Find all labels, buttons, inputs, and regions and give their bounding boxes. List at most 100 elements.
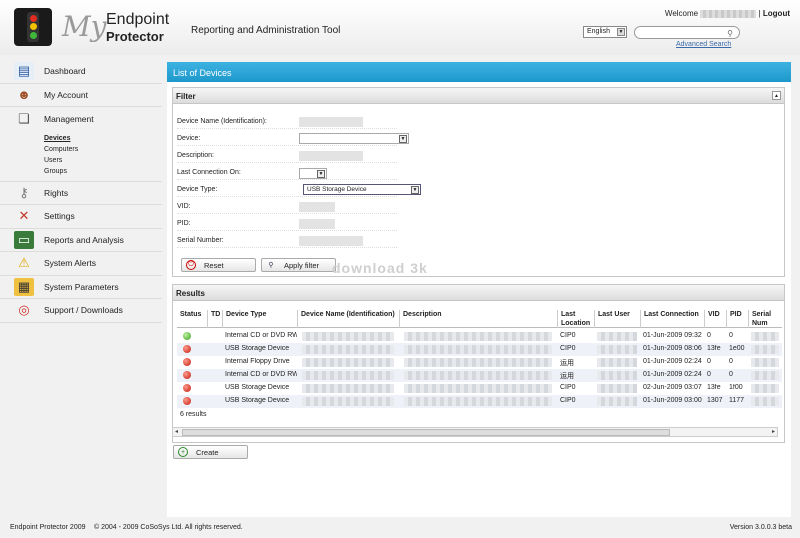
- results-panel: Results Status TD Device Type Device Name (…: [172, 284, 785, 443]
- sidebar-item-settings[interactable]: ✕ Settings: [0, 205, 162, 229]
- sidebar-item-label: Settings: [44, 211, 75, 222]
- column-header[interactable]: Last Location: [557, 310, 594, 328]
- welcome-text: Welcome: [664, 9, 699, 18]
- pid-cell: 1f00: [729, 384, 743, 391]
- chevron-down-icon[interactable]: ▼: [617, 28, 625, 36]
- footer-version: Version 3.0.0.3 beta: [729, 524, 792, 531]
- column-header[interactable]: Serial Num: [748, 310, 782, 328]
- language-value: English: [587, 28, 610, 35]
- chevron-down-icon[interactable]: ▼: [411, 186, 419, 194]
- sidebar-item-label: Reports and Analysis: [44, 234, 124, 245]
- reset-button[interactable]: ⏻ Reset: [181, 258, 256, 272]
- filter-header: Filter ▲: [173, 88, 784, 104]
- vid-cell: 13fe: [707, 384, 721, 391]
- filter-row: VID:: [177, 200, 397, 214]
- filter-title: Filter: [176, 92, 196, 101]
- sidebar-item-my-account[interactable]: ☻ My Account: [0, 84, 162, 107]
- logout-link[interactable]: Logout: [763, 9, 790, 18]
- column-header[interactable]: Description: [399, 310, 557, 328]
- scroll-thumb[interactable]: [182, 429, 670, 436]
- last-user-redacted: [597, 397, 637, 406]
- results-count: 6 results: [180, 411, 207, 418]
- logo-my: My: [62, 10, 107, 43]
- table-row[interactable]: Internal CD or DVD RW 运用 01-Jun-2009 02:24…: [177, 369, 782, 382]
- filter-label: Device:: [177, 135, 201, 142]
- sidebar-item-system-parameters[interactable]: ▦ System Parameters: [0, 276, 162, 299]
- column-header[interactable]: Last Connection: [640, 310, 704, 328]
- sidebar-item-reports[interactable]: ▭ Reports and Analysis: [0, 229, 162, 252]
- sidebar-subitem-groups[interactable]: Groups: [44, 166, 162, 177]
- device-type-select[interactable]: USB Storage Device ▼: [303, 184, 421, 195]
- device-type-cell: Internal CD or DVD RW: [225, 332, 297, 339]
- sidebar-subitem-users[interactable]: Users: [44, 155, 162, 166]
- logo-endpoint: Endpoint: [106, 11, 170, 28]
- last-user-redacted: [597, 371, 637, 380]
- last-user-redacted: [597, 358, 637, 367]
- sidebar-item-support[interactable]: ◎ Support / Downloads: [0, 299, 162, 323]
- status-icon: [183, 397, 191, 405]
- scroll-left-icon[interactable]: ◂: [175, 428, 178, 435]
- device-type-cell: Internal CD or DVD RW: [225, 371, 297, 378]
- pid-cell: 0: [729, 371, 733, 378]
- column-header[interactable]: Last User: [594, 310, 640, 328]
- column-header[interactable]: Status: [177, 310, 207, 328]
- search-icon[interactable]: ⚲: [727, 29, 733, 38]
- column-header[interactable]: Device Name (Identification): [297, 310, 399, 328]
- table-row[interactable]: USB Storage Device CIP0 01-Jun-2009 03:00 1…: [177, 395, 782, 408]
- device-name-field[interactable]: [299, 117, 363, 127]
- monitor-icon: ▭: [14, 230, 34, 249]
- sidebar-item-management[interactable]: ❏ Management: [0, 107, 162, 131]
- scroll-right-icon[interactable]: ▸: [772, 428, 775, 435]
- sidebar-item-system-alerts[interactable]: ⚠ System Alerts: [0, 252, 162, 276]
- description-field[interactable]: [299, 151, 363, 161]
- column-header[interactable]: VID: [704, 310, 726, 328]
- column-header[interactable]: PID: [726, 310, 748, 328]
- parameters-icon: ▦: [14, 277, 34, 296]
- pid-field[interactable]: [299, 219, 335, 229]
- chevron-down-icon[interactable]: ▼: [317, 170, 325, 178]
- description-redacted: [404, 358, 552, 367]
- create-button[interactable]: + Create: [173, 445, 248, 459]
- horizontal-scrollbar[interactable]: ◂ ▸: [172, 427, 778, 437]
- last-connection-cell: 01-Jun-2009 09:32: [643, 332, 702, 339]
- device-name-redacted: [302, 371, 394, 380]
- last-user-redacted: [597, 332, 637, 341]
- vid-field[interactable]: [299, 202, 335, 212]
- language-select[interactable]: English ▼: [583, 26, 627, 38]
- column-header[interactable]: Device Type: [222, 310, 297, 328]
- sidebar: ▤ Dashboard ☻ My Account ❏ Management Devic…: [0, 60, 162, 323]
- sidebar-subitem-computers[interactable]: Computers: [44, 144, 162, 155]
- last-location-cell: CIP0: [560, 384, 576, 391]
- search-input[interactable]: ⚲: [634, 26, 740, 39]
- vid-cell: 0: [707, 371, 711, 378]
- table-row[interactable]: USB Storage Device CIP0 02-Jun-2009 03:07 1…: [177, 382, 782, 395]
- tools-icon: ✕: [18, 208, 30, 224]
- table-row[interactable]: Internal Floppy Drive 运用 01-Jun-2009 02:24…: [177, 356, 782, 369]
- username-redacted: [700, 9, 757, 18]
- sidebar-subitem-devices[interactable]: Devices: [44, 133, 162, 144]
- last-location-cell: CIP0: [560, 397, 576, 404]
- table-header: Status TD Device Type Device Name (Identifi…: [177, 306, 782, 328]
- device-select[interactable]: ▼: [299, 133, 409, 144]
- column-header[interactable]: TD: [207, 310, 222, 328]
- serial-number-redacted: [751, 384, 779, 393]
- table-row[interactable]: Internal CD or DVD RW CIP0 01-Jun-2009 09:…: [177, 330, 782, 343]
- description-redacted: [404, 384, 552, 393]
- table-row[interactable]: USB Storage Device CIP0 01-Jun-2009 08:06 1…: [177, 343, 782, 356]
- apply-filter-button[interactable]: ⚲ Apply filter: [261, 258, 336, 272]
- management-icon: ❏: [18, 110, 30, 126]
- serial-number-field[interactable]: [299, 236, 363, 246]
- sidebar-item-rights[interactable]: ⚷ Rights: [0, 182, 162, 205]
- sidebar-item-dashboard[interactable]: ▤ Dashboard: [0, 60, 162, 84]
- advanced-search-link[interactable]: Advanced Search: [676, 41, 731, 48]
- last-connection-select[interactable]: ▼: [299, 168, 327, 179]
- pid-cell: 1177: [729, 397, 745, 404]
- filter-row: PID:: [177, 217, 397, 231]
- device-name-redacted: [302, 397, 394, 406]
- device-name-redacted: [302, 332, 394, 341]
- chevron-down-icon[interactable]: ▼: [399, 135, 407, 143]
- collapse-icon[interactable]: ▲: [772, 91, 781, 100]
- filter-label: Description:: [177, 152, 214, 159]
- pid-cell: 0: [729, 332, 733, 339]
- status-icon: [183, 345, 191, 353]
